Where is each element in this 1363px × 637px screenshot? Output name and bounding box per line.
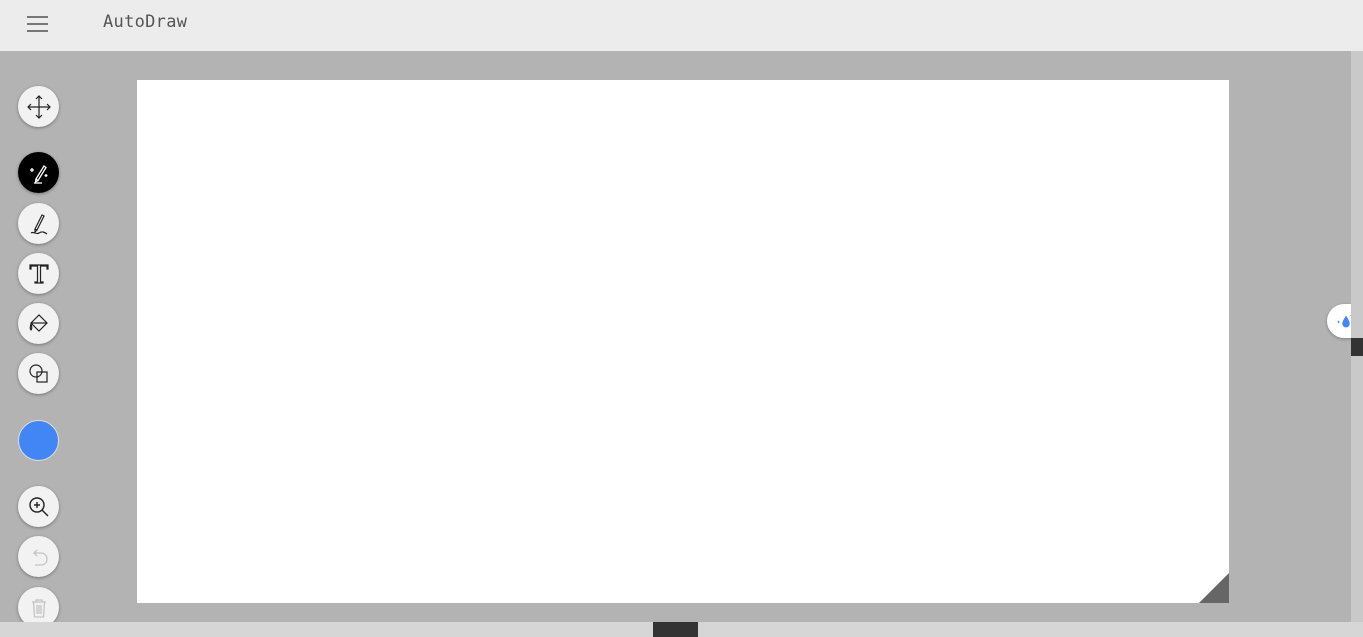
shapes-icon	[28, 363, 48, 383]
menu-bar-line	[27, 23, 48, 25]
select-tool-button[interactable]	[18, 86, 59, 127]
trash-icon	[31, 598, 46, 618]
top-bar: AutoDraw	[0, 0, 1363, 51]
text-icon	[28, 263, 49, 284]
move-arrows-icon	[26, 94, 51, 119]
magic-pen-icon	[29, 164, 47, 184]
shape-tool-button[interactable]	[18, 353, 59, 394]
undo-icon	[32, 549, 48, 566]
vertical-scrollbar-thumb[interactable]	[1351, 338, 1363, 356]
paint-bucket-icon	[29, 313, 48, 332]
pen-icon	[30, 213, 47, 234]
vertical-scrollbar-track[interactable]	[1351, 51, 1363, 622]
fill-tool-button[interactable]	[18, 303, 59, 344]
canvas-resize-handle[interactable]	[1199, 573, 1229, 603]
zoom-in-icon	[28, 496, 48, 516]
menu-button[interactable]	[17, 10, 59, 38]
draw-tool-button[interactable]	[18, 203, 59, 244]
type-tool-button[interactable]	[18, 253, 59, 294]
menu-bar-line	[27, 30, 48, 32]
drawing-canvas[interactable]	[137, 80, 1229, 603]
zoom-button[interactable]	[18, 486, 59, 527]
horizontal-scrollbar-thumb[interactable]	[653, 622, 698, 637]
autodraw-tool-button[interactable]	[18, 152, 59, 193]
undo-button[interactable]	[18, 536, 59, 577]
menu-bar-line	[27, 16, 48, 18]
app-title: AutoDraw	[103, 12, 188, 32]
color-picker-button[interactable]	[18, 420, 59, 461]
